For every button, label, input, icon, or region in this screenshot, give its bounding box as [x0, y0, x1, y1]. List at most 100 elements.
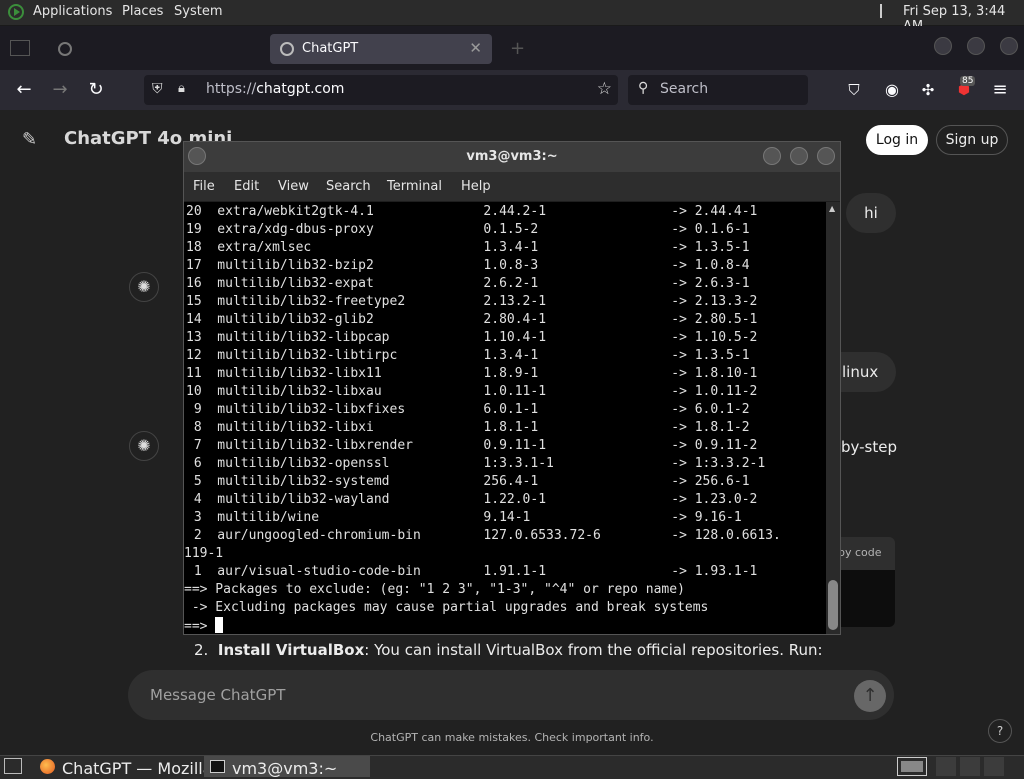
- taskbar-item-terminal[interactable]: vm3@vm3:~: [204, 756, 370, 778]
- user-message: hi: [846, 193, 896, 233]
- pocket-icon[interactable]: ⛉: [842, 78, 866, 102]
- terminal-line: 9 multilib/lib32-libxfixes 6.0.1-1 -> 6.…: [186, 402, 750, 417]
- terminal-close-button[interactable]: [817, 147, 835, 165]
- terminal-line: 14 multilib/lib32-glib2 2.80.4-1 -> 2.80…: [186, 312, 758, 327]
- chatgpt-avatar-icon: ✺: [129, 431, 159, 461]
- terminal-menu-file[interactable]: File: [193, 179, 215, 194]
- terminal-cursor: [215, 617, 224, 633]
- firefox-icon: [40, 759, 55, 774]
- assistant-step-2: 2. Install VirtualBox: You can install V…: [194, 641, 823, 659]
- tab-inactive[interactable]: [48, 34, 258, 64]
- terminal-title: vm3@vm3:~: [466, 149, 558, 164]
- disclaimer-text: ChatGPT can make mistakes. Check importa…: [370, 731, 654, 744]
- close-tab-icon[interactable]: ✕: [469, 39, 482, 57]
- help-button[interactable]: ?: [988, 719, 1012, 743]
- forward-icon[interactable]: →: [48, 78, 72, 102]
- shield-icon[interactable]: ⛨: [152, 81, 163, 97]
- workspace-3[interactable]: [960, 757, 980, 776]
- tab-favicon-icon: [58, 42, 72, 56]
- taskbar-item-label: vm3@vm3:~: [232, 759, 338, 778]
- search-icon: ⚲: [638, 80, 649, 96]
- url-scheme: https://: [206, 81, 257, 97]
- workspace-4[interactable]: [984, 757, 1004, 776]
- terminal-line: 17 multilib/lib32-bzip2 1.0.8-3 -> 1.0.8…: [186, 258, 750, 273]
- chatgpt-favicon-icon: [280, 42, 294, 56]
- extension-badge: 85: [960, 76, 976, 86]
- panel-separator: [880, 4, 890, 18]
- tab-chatgpt[interactable]: ChatGPT ✕: [270, 34, 492, 64]
- url-host: chatgpt.com: [256, 81, 345, 97]
- terminal-line: 11 multilib/lib32-libx11 1.8.9-1 -> 1.8.…: [186, 366, 758, 381]
- step-title: Install VirtualBox: [217, 641, 365, 659]
- applications-menu[interactable]: Applications: [33, 4, 112, 19]
- reload-icon[interactable]: ↻: [84, 78, 108, 102]
- terminal-line: 4 multilib/lib32-wayland 1.22.0-1 -> 1.2…: [186, 492, 758, 507]
- extensions-icon[interactable]: ✣: [916, 78, 940, 102]
- window-minimize-button[interactable]: [934, 37, 952, 55]
- send-button[interactable]: ↑: [854, 680, 886, 712]
- terminal-scrollbar-thumb[interactable]: [828, 580, 838, 630]
- terminal-line: -> Excluding packages may cause partial …: [184, 600, 709, 615]
- account-icon[interactable]: ◉: [880, 78, 904, 102]
- search-bar[interactable]: ⚲: [628, 75, 808, 105]
- window-maximize-button[interactable]: [967, 37, 985, 55]
- tab-label: ChatGPT: [302, 41, 359, 56]
- menu-hamburger-icon[interactable]: ≡: [988, 78, 1012, 102]
- message-placeholder: Message ChatGPT: [150, 686, 286, 704]
- terminal-output[interactable]: 20 extra/webkit2gtk-4.1 2.44.2-1 -> 2.44…: [184, 202, 826, 634]
- terminal-line: 16 multilib/lib32-expat 2.6.2-1 -> 2.6.3…: [186, 276, 750, 291]
- terminal-line: 5 multilib/lib32-systemd 256.4-1 -> 256.…: [186, 474, 750, 489]
- assistant-text-fragment: by-step: [841, 438, 897, 456]
- terminal-maximize-button[interactable]: [790, 147, 808, 165]
- system-menu[interactable]: System: [174, 4, 222, 19]
- terminal-line: 12 multilib/lib32-libtirpc 1.3.4-1 -> 1.…: [186, 348, 750, 363]
- terminal-line: 20 extra/webkit2gtk-4.1 2.44.2-1 -> 2.44…: [186, 204, 758, 219]
- terminal-line: 8 multilib/lib32-libxi 1.8.1-1 -> 1.8.1-…: [186, 420, 750, 435]
- terminal-scrollbar[interactable]: ▲: [826, 202, 840, 634]
- terminal-line: 7 multilib/lib32-libxrender 0.9.11-1 -> …: [186, 438, 758, 453]
- chatgpt-avatar-icon: ✺: [129, 272, 159, 302]
- bookmark-star-icon[interactable]: ☆: [597, 79, 612, 99]
- terminal-minimize-button[interactable]: [763, 147, 781, 165]
- places-menu[interactable]: Places: [122, 4, 163, 19]
- back-icon[interactable]: ←: [12, 78, 36, 102]
- show-desktop-button[interactable]: [4, 758, 22, 774]
- terminal-line: 1 aur/visual-studio-code-bin 1.91.1-1 ->…: [186, 564, 758, 579]
- browser-tab-bar: ChatGPT ✕ +: [0, 26, 1024, 70]
- terminal-line: 119-1: [184, 546, 224, 561]
- workspace-1[interactable]: [897, 757, 927, 776]
- user-message-text: linux: [842, 363, 879, 381]
- signup-button[interactable]: Sign up: [936, 125, 1008, 155]
- terminal-line: 2 aur/ungoogled-chromium-bin 127.0.6533.…: [186, 528, 781, 543]
- arrow-up-icon: ↑: [862, 685, 878, 706]
- terminal-menu-view[interactable]: View: [278, 179, 309, 194]
- login-button[interactable]: Log in: [866, 125, 928, 155]
- terminal-line: 6 multilib/lib32-openssl 1:3.3.1-1 -> 1:…: [186, 456, 766, 471]
- terminal-prompt: ==>: [184, 619, 216, 634]
- url-text[interactable]: https://chatgpt.com: [206, 81, 344, 97]
- workspace-2[interactable]: [936, 757, 956, 776]
- terminal-menu-terminal[interactable]: Terminal: [387, 179, 442, 194]
- window-close-button[interactable]: [1000, 37, 1018, 55]
- new-chat-icon[interactable]: ✎: [22, 129, 37, 150]
- terminal-prompt-line[interactable]: ==>: [184, 617, 224, 634]
- new-tab-icon[interactable]: +: [510, 38, 525, 59]
- copy-code-label[interactable]: py code: [838, 546, 882, 559]
- lock-icon[interactable]: 🔒︎: [178, 81, 185, 96]
- step-text: : You can install VirtualBox from the of…: [364, 641, 823, 659]
- top-panel: Applications Places System Fri Sep 13, 3…: [0, 0, 1024, 34]
- scroll-up-icon[interactable]: ▲: [829, 204, 835, 213]
- terminal-line: 3 multilib/wine 9.14-1 -> 9.16-1: [186, 510, 742, 525]
- terminal-menu-edit[interactable]: Edit: [234, 179, 259, 194]
- terminal-menu-search[interactable]: Search: [326, 179, 371, 194]
- terminal-line: 18 extra/xmlsec 1.3.4-1 -> 1.3.5-1: [186, 240, 750, 255]
- search-placeholder: Search: [660, 81, 709, 97]
- tab-list-icon[interactable]: [10, 40, 30, 56]
- terminal-line: 10 multilib/lib32-libxau 1.0.11-1 -> 1.0…: [186, 384, 758, 399]
- terminal-line: ==> Packages to exclude: (eg: "1 2 3", "…: [184, 582, 685, 597]
- distro-logo-icon[interactable]: [8, 4, 24, 20]
- terminal-line: 19 extra/xdg-dbus-proxy 0.1.5-2 -> 0.1.6…: [186, 222, 750, 237]
- taskbar-item-firefox[interactable]: ChatGPT — Mozilla ...: [34, 756, 233, 778]
- terminal-line: 15 multilib/lib32-freetype2 2.13.2-1 -> …: [186, 294, 758, 309]
- terminal-menu-help[interactable]: Help: [461, 179, 491, 194]
